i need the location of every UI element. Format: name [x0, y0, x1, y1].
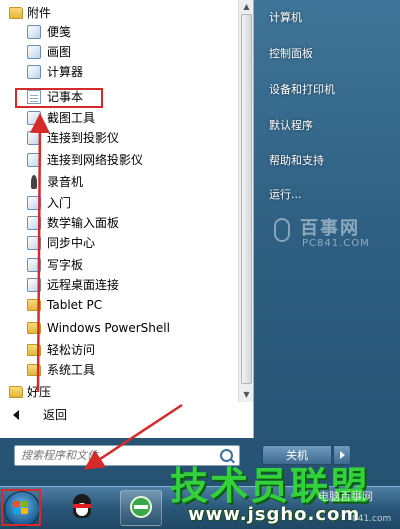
program-item-label: 录音机	[47, 175, 84, 189]
wordpad-icon	[27, 258, 41, 272]
program-item-label: 截图工具	[47, 111, 96, 125]
menu-item-control-panel[interactable]: 控制面板	[269, 45, 313, 61]
program-item-label: 同步中心	[47, 236, 96, 250]
program-item-label: 好压	[27, 385, 52, 399]
program-item[interactable]: 写字板	[0, 255, 236, 275]
program-item-label: 写字板	[47, 258, 84, 272]
program-item-label: 轻松访问	[47, 343, 96, 357]
qq-scarf	[73, 504, 91, 508]
program-item[interactable]: Windows PowerShell	[0, 318, 236, 338]
program-item-label: 数学输入面板	[47, 216, 120, 230]
program-item[interactable]: 数学输入面板	[0, 213, 236, 233]
program-item-label: 入门	[47, 196, 72, 210]
program-item[interactable]: Tablet PC	[0, 295, 236, 315]
ie-logo-bar	[134, 505, 148, 509]
program-item-label: 远程桌面连接	[47, 278, 120, 292]
program-item-label: 附件	[27, 6, 52, 20]
program-item[interactable]: 入门	[0, 193, 236, 213]
program-item-label: 便笺	[47, 25, 72, 39]
program-item-label: 连接到网络投影仪	[47, 153, 144, 167]
program-item-label: 计算器	[47, 65, 84, 79]
taskbar-ie-button[interactable]	[120, 490, 162, 526]
program-item-label: Windows PowerShell	[47, 321, 170, 335]
microphone-icon	[31, 175, 37, 189]
program-item[interactable]: 计算器	[0, 62, 236, 82]
projector-icon	[27, 131, 41, 145]
folder-icon	[9, 7, 23, 19]
folder-icon	[27, 322, 41, 334]
snipping-tool-icon	[27, 111, 41, 125]
program-item[interactable]: 好压	[0, 382, 236, 402]
network-projector-icon	[27, 153, 41, 167]
back-arrow-icon	[13, 410, 19, 420]
corner-watermark-url: 841.com	[352, 514, 392, 524]
sync-center-icon	[27, 236, 41, 250]
program-list: 附件 便笺 画图 计算器 记事本 截图工具 连接到投影仪 连接到网络投影仪 录音机 入门 数学输入面…	[0, 0, 238, 402]
menu-item-default-programs[interactable]: 默认程序	[269, 117, 313, 133]
program-item[interactable]: 连接到网络投影仪	[0, 150, 236, 170]
program-item-label: Tablet PC	[47, 298, 103, 312]
menu-item-computer[interactable]: 计算机	[269, 9, 302, 25]
program-item[interactable]: 轻松访问	[0, 340, 236, 360]
program-item-label: 连接到投影仪	[47, 131, 120, 145]
calculator-icon	[27, 65, 41, 79]
program-item[interactable]: 画图	[0, 42, 236, 62]
scroll-up-icon[interactable]: ▲	[241, 1, 252, 12]
folder-icon	[9, 386, 23, 398]
program-item[interactable]: 系统工具	[0, 360, 236, 380]
paint-icon	[27, 45, 41, 59]
program-item[interactable]: 截图工具	[0, 108, 236, 128]
jsgho-watermark-url: www.jsgho.com	[188, 504, 361, 525]
folder-icon	[27, 364, 41, 376]
program-item[interactable]: 附件	[0, 3, 236, 23]
program-item-label: 画图	[47, 45, 72, 59]
math-input-icon	[27, 216, 41, 230]
program-item-label: 系统工具	[47, 363, 96, 377]
menu-item-run[interactable]: 运行...	[269, 186, 302, 202]
folder-icon	[27, 344, 41, 356]
scroll-thumb[interactable]	[241, 14, 252, 384]
baishi-watermark: 百事网 PC841.COM	[270, 212, 394, 252]
corner-watermark-text: 电脑百事网	[318, 490, 373, 503]
remote-desktop-icon	[27, 278, 41, 292]
program-item[interactable]: 便笺	[0, 22, 236, 42]
menu-item-devices-printers[interactable]: 设备和打印机	[269, 81, 335, 97]
baishi-title: 百事网	[300, 218, 360, 239]
program-item[interactable]: 远程桌面连接	[0, 275, 236, 295]
sticky-notes-icon	[27, 25, 41, 39]
mouse-logo-icon	[274, 218, 290, 242]
getting-started-icon	[27, 196, 41, 210]
start-button-highlight-box	[1, 489, 41, 526]
program-list-scrollbar[interactable]: ▲ ▼	[238, 0, 253, 402]
scroll-down-icon[interactable]: ▼	[241, 389, 252, 400]
back-button[interactable]: 返回	[0, 405, 238, 425]
program-item[interactable]: 同步中心	[0, 233, 236, 253]
program-item[interactable]: 录音机	[0, 172, 236, 192]
all-programs-panel: 附件 便笺 画图 计算器 记事本 截图工具 连接到投影仪 连接到网络投影仪 录音机 入门 数学输入面…	[0, 0, 254, 438]
menu-item-help-support[interactable]: 帮助和支持	[269, 152, 324, 168]
notepad-highlight-box	[15, 88, 103, 108]
folder-icon	[27, 299, 41, 311]
baishi-url: PC841.COM	[302, 238, 370, 249]
program-item[interactable]: 连接到投影仪	[0, 128, 236, 148]
taskbar-qq-button[interactable]	[62, 490, 102, 524]
back-label: 返回	[43, 408, 68, 422]
